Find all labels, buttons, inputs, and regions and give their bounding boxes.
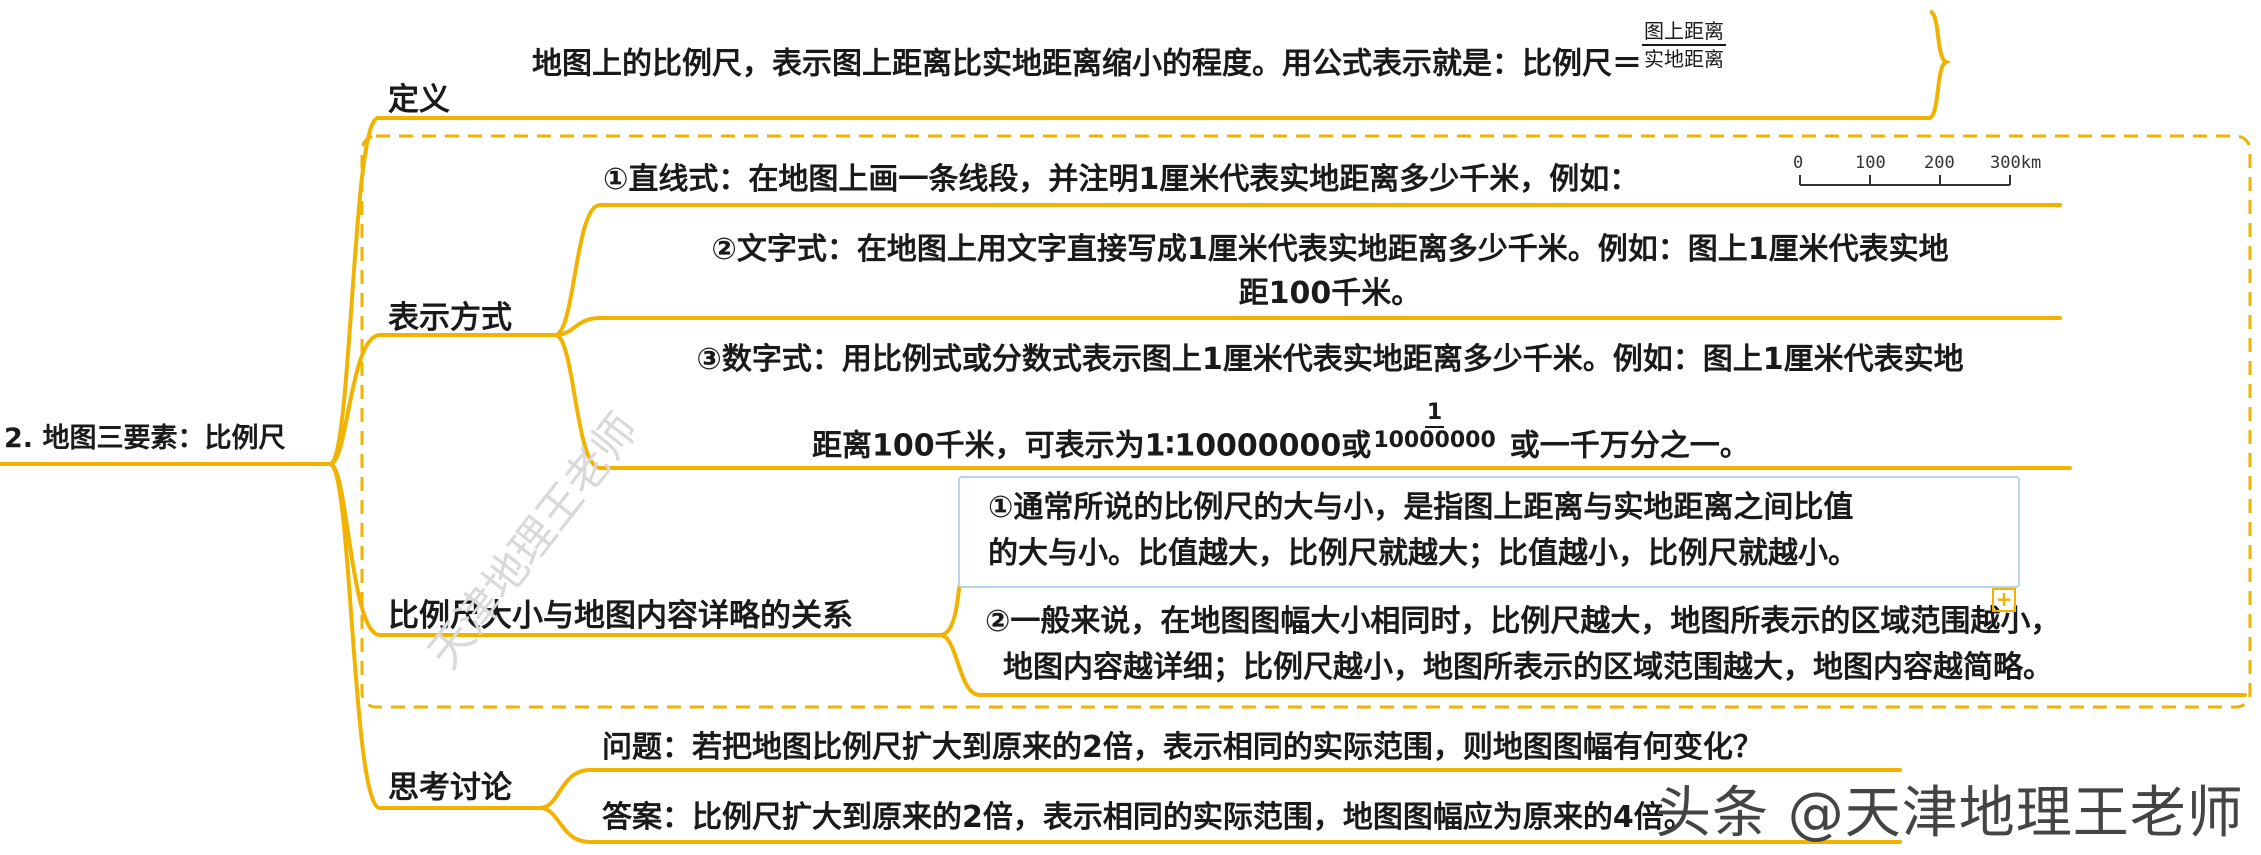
discussion-question[interactable]: 问题：若把地图比例尺扩大到原来的2倍，表示相同的实际范围，则地图图幅有何变化？	[602, 726, 1763, 770]
brand-watermark: 头条 @天津地理王老师	[1655, 781, 2244, 846]
scale-label-100: 100	[1855, 153, 1886, 173]
method1-text[interactable]: ①直线式：在地图上画一条线段，并注明1厘米代表实地距离多少千米，例如：	[603, 158, 1639, 202]
method2-text-a[interactable]: ②文字式：在地图上用文字直接写成1厘米代表实地距离多少千米。例如：图上1厘米代表…	[600, 228, 2060, 272]
definition-sentence: 地图上的比例尺，表示图上距离比实地距离缩小的程度。用公式表示就是：比例尺＝	[532, 46, 1642, 82]
method3-fraction-num: 1	[1424, 400, 1445, 428]
method3-text-b: 距离100千米，可表示为1∶10000000或 1 10000000 或一千万分之一。	[812, 400, 1750, 474]
formula-numerator: 图上距离	[1642, 18, 1726, 46]
definition-label[interactable]: 定义	[388, 74, 450, 119]
root-node-label[interactable]: 2. 地图三要素：比例尺	[4, 416, 285, 455]
relation1-connector	[938, 583, 962, 637]
relation-item1-text-b: 的大与小。比值越大，比例尺就越大；比值越小，比例尺就越小。	[988, 536, 1858, 571]
definition-brace	[1928, 10, 1952, 120]
method2-text-b: 距100千米。	[1238, 276, 1422, 311]
branch-definition-curve	[328, 116, 380, 466]
formula-denominator: 实地距离	[1644, 47, 1724, 71]
methods-label[interactable]: 表示方式	[388, 292, 512, 337]
relation-item2-text-a[interactable]: ②一般来说，在地图图幅大小相同时，比例尺越大，地图所表示的区域范围越小，	[985, 600, 2060, 644]
scale-label-300km: 300km	[1990, 153, 2041, 173]
expand-plus-icon[interactable]: +	[1992, 588, 2016, 612]
discussion-label[interactable]: 思考讨论	[388, 762, 512, 807]
method3-text-a[interactable]: ③数字式：用比例式或分数式表示图上1厘米代表实地距离多少千米。例如：图上1厘米代…	[600, 338, 2060, 382]
method2-line	[553, 316, 2062, 337]
scale-bar	[1799, 175, 2011, 186]
method3-ratio: 距离100千米，可表示为1∶10000000或	[812, 428, 1372, 464]
definition-formula-fraction: 图上距离 实地距离	[1642, 18, 1726, 72]
method3-fraction: 1 10000000	[1373, 400, 1495, 454]
scale-label-0: 0	[1793, 153, 1803, 173]
scale-label-200: 200	[1924, 153, 1955, 173]
definition-text: 地图上的比例尺，表示图上距离比实地距离缩小的程度。用公式表示就是：比例尺＝ 图上距…	[532, 19, 1726, 92]
relation-item2-text-b: 地图内容越详细；比例尺越小，地图所表示的区域范围越大，地图内容越简略。	[1003, 650, 2053, 685]
method3-tail: 或一千万分之一。	[1509, 428, 1750, 464]
relation-item1-text-a: ①通常所说的比例尺的大与小，是指图上距离与实地距离之间比值	[988, 490, 1854, 525]
discussion-answer[interactable]: 答案：比例尺扩大到原来的2倍，表示相同的实际范围，地图图幅应为原来的4倍。	[602, 796, 1694, 840]
method3-fraction-den: 10000000	[1373, 428, 1496, 453]
branch-discussion-curve	[328, 462, 382, 810]
